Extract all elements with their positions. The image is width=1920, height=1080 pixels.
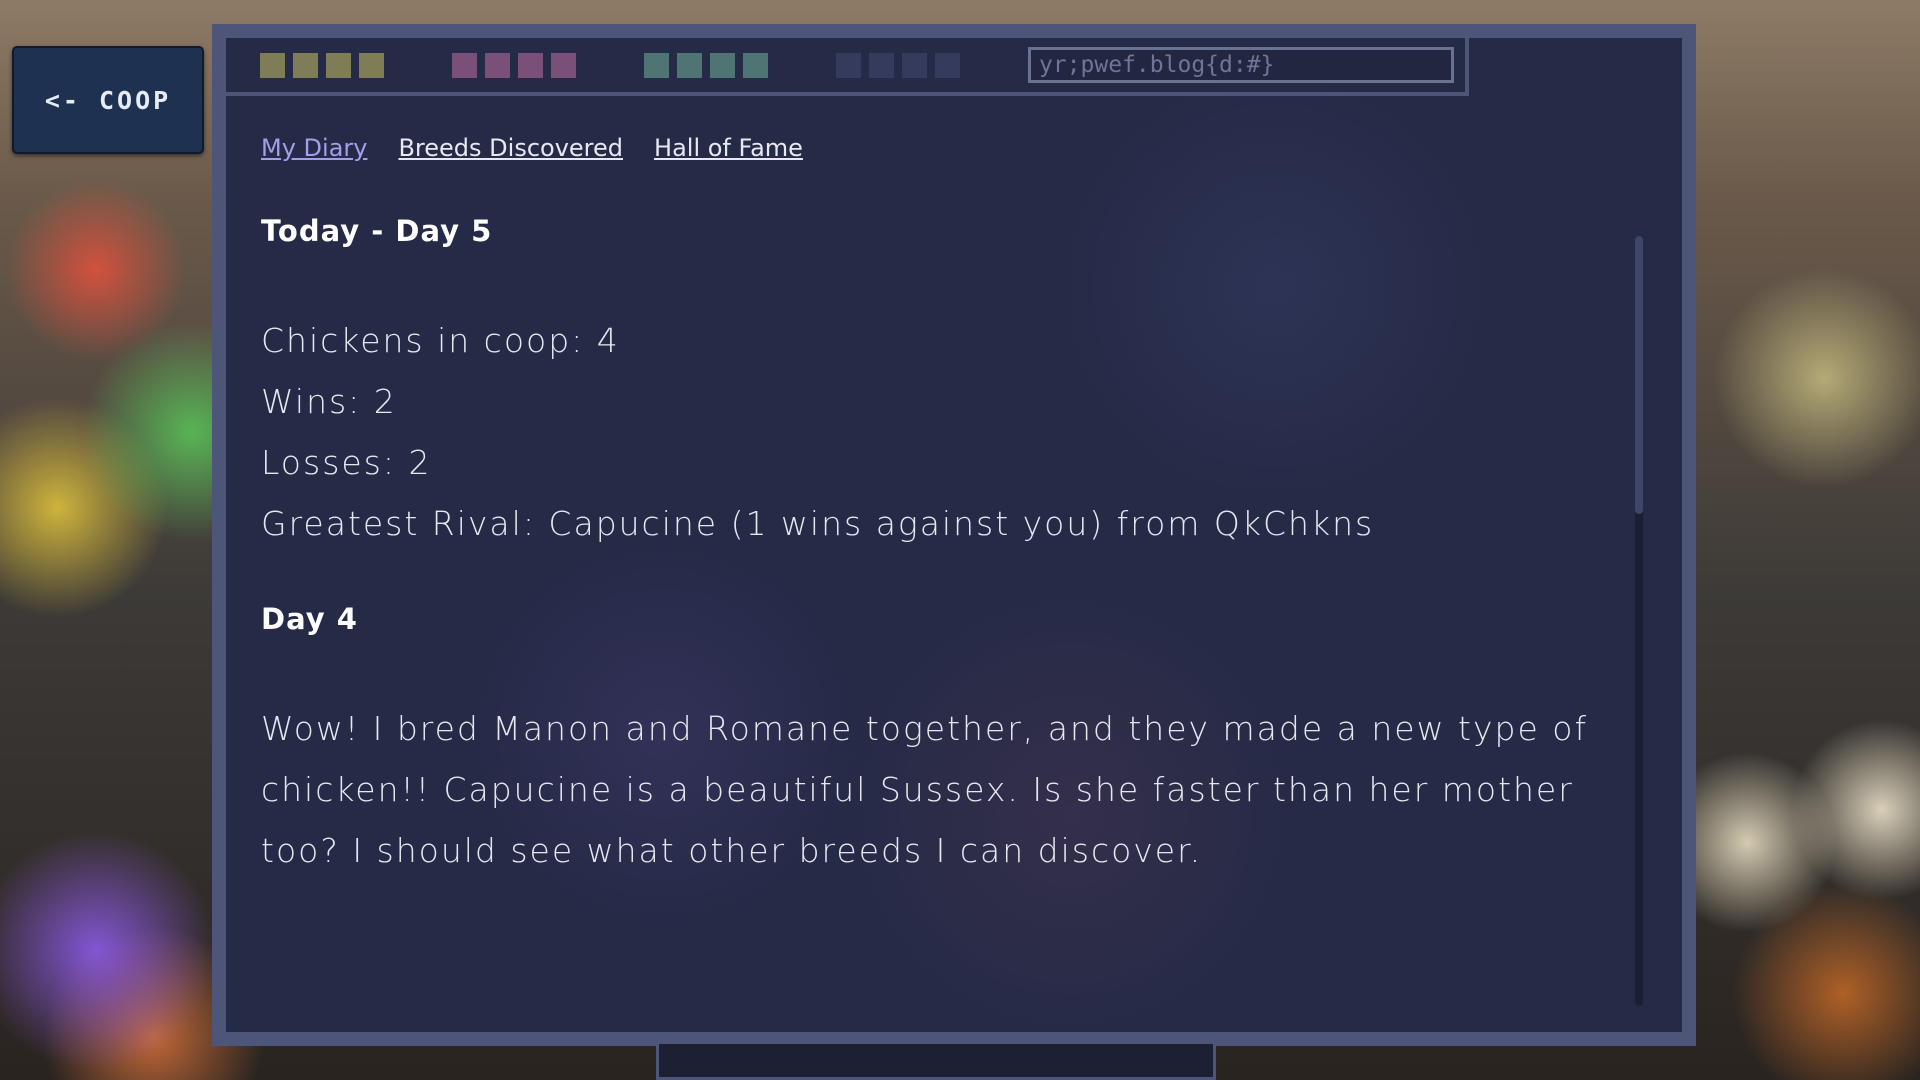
losses-count: Losses: 2	[261, 443, 432, 482]
greatest-rival: Greatest Rival: Capucine (1 wins against…	[261, 504, 1375, 543]
swatch	[710, 52, 735, 78]
swatch	[260, 52, 285, 78]
back-to-coop-button[interactable]: <- COOP	[12, 46, 204, 154]
swatch-group-slate	[836, 52, 960, 78]
url-bar[interactable]: yr;pwef.blog{d:#}	[1028, 47, 1454, 83]
entry-body-day4: Wow! I bred Manon and Romane together, a…	[261, 709, 1589, 870]
swatch	[743, 52, 768, 78]
swatch	[293, 52, 318, 78]
wins-count: Wins: 2	[261, 382, 397, 421]
tab-hall-of-fame[interactable]: Hall of Fame	[654, 134, 803, 162]
swatch	[869, 52, 894, 78]
swatch	[326, 52, 351, 78]
entry-title-day5: Today - Day 5	[261, 214, 493, 248]
entry-title-day4: Day 4	[261, 602, 358, 636]
swatch	[935, 52, 960, 78]
swatch	[644, 52, 669, 78]
swatch	[485, 52, 510, 78]
tab-breeds-discovered[interactable]: Breeds Discovered	[398, 134, 623, 162]
swatch	[452, 52, 477, 78]
swatch	[902, 52, 927, 78]
swatch	[836, 52, 861, 78]
chickens-count: Chickens in coop: 4	[261, 321, 620, 360]
diary-nav: My Diary Breeds Discovered Hall of Fame	[261, 134, 803, 162]
swatch-group-teal	[644, 52, 768, 78]
swatch	[551, 52, 576, 78]
diary-content: Today - Day 5 Chickens in coop: 4 Wins: …	[261, 214, 1601, 1032]
scrollbar-thumb[interactable]	[1635, 236, 1643, 514]
diary-window: yr;pwef.blog{d:#} My Diary Breeds Discov…	[212, 24, 1696, 1046]
browser-toolbar: yr;pwef.blog{d:#}	[226, 38, 1469, 96]
tab-my-diary[interactable]: My Diary	[261, 134, 367, 162]
diary-scrollbar[interactable]	[1635, 236, 1643, 1006]
day5-stats: Chickens in coop: 4 Wins: 2 Losses: 2 Gr…	[261, 310, 1601, 554]
swatch	[359, 52, 384, 78]
swatch	[677, 52, 702, 78]
swatch-group-olive	[260, 52, 384, 78]
diary-window-body: yr;pwef.blog{d:#} My Diary Breeds Discov…	[226, 38, 1682, 1032]
bottom-panel-tab	[656, 1044, 1216, 1080]
swatch	[518, 52, 543, 78]
swatch-group-mauve	[452, 52, 576, 78]
